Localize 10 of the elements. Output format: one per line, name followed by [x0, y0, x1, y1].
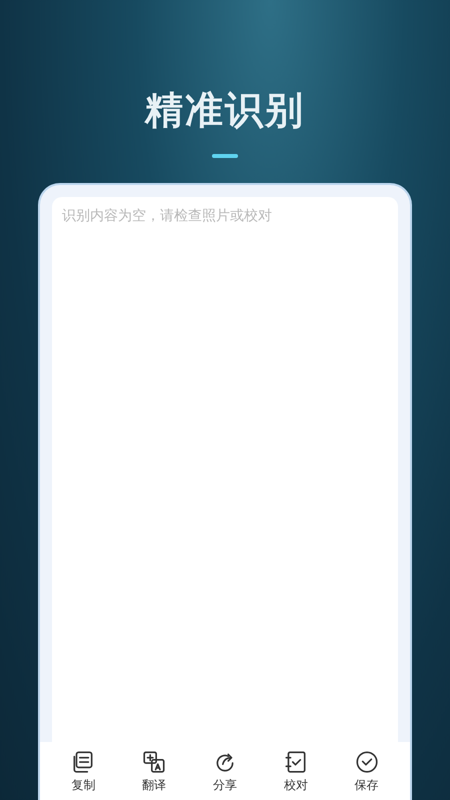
translate-icon [141, 748, 168, 774]
save-button[interactable]: 保存 [350, 746, 384, 796]
share-button[interactable]: 分享 [208, 746, 242, 796]
save-icon [354, 748, 380, 774]
result-text-field[interactable]: 识别内容为空，请检查照片或校对 [52, 197, 398, 742]
copy-button[interactable]: 复制 [66, 746, 100, 796]
page-title: 精准识别 [145, 87, 305, 134]
proofread-button[interactable]: 校对 [278, 746, 313, 796]
translate-button[interactable]: 翻译 [137, 746, 172, 796]
title-underline [212, 154, 238, 158]
